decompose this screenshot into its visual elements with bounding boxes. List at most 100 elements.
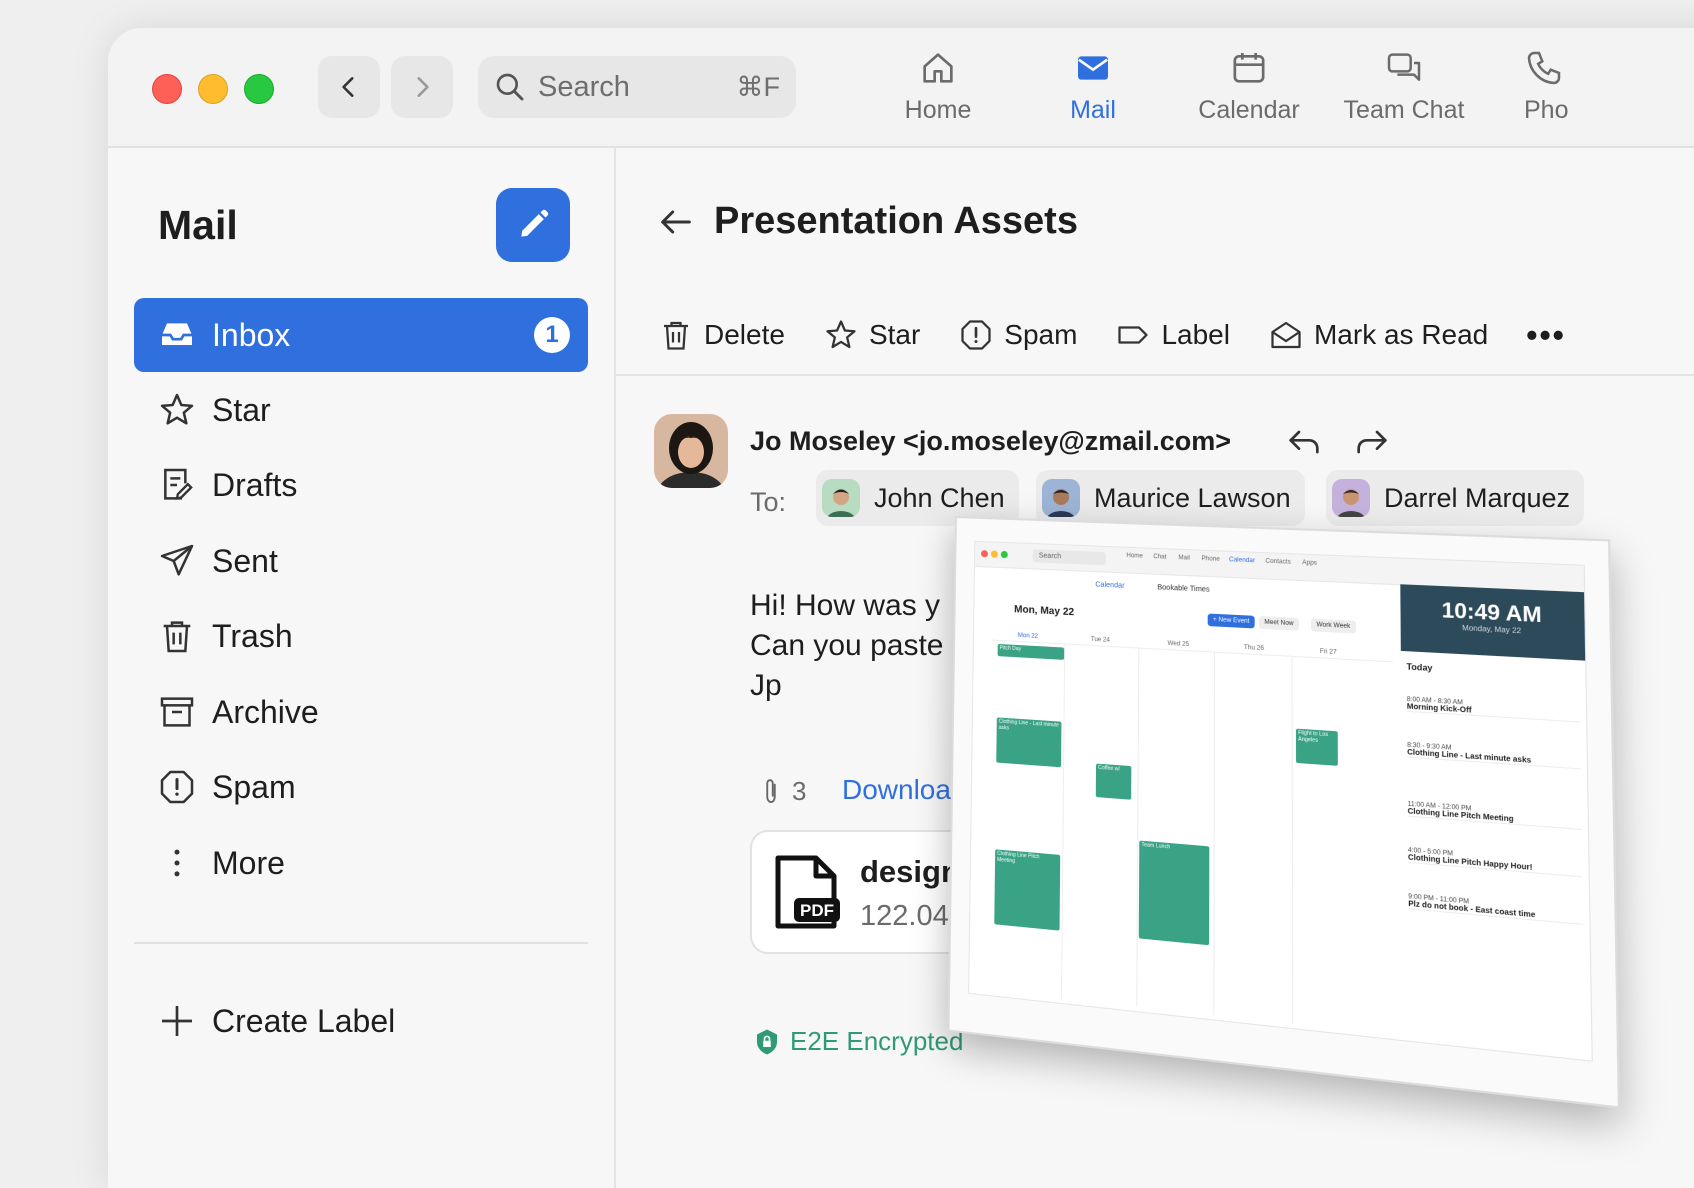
preview-nav-item: Calendar bbox=[1229, 557, 1256, 565]
sidebar-item-trash[interactable]: Trash bbox=[134, 599, 588, 673]
sidebar-item-sent[interactable]: Sent bbox=[134, 524, 588, 598]
create-label-button[interactable]: Create Label bbox=[134, 984, 588, 1058]
reply-icon[interactable] bbox=[1284, 422, 1324, 462]
message-toolbar: Delete Star Spam Label Mark as Read ••• bbox=[616, 296, 1694, 376]
trash-icon bbox=[156, 615, 198, 657]
sidebar-item-more[interactable]: More bbox=[134, 826, 588, 900]
sidebar-item-label: Archive bbox=[212, 693, 319, 730]
archive-icon bbox=[156, 691, 198, 733]
preview-event: Clothing Line Pitch Meeting bbox=[994, 849, 1061, 931]
mark-as-read-button[interactable]: Mark as Read bbox=[1268, 317, 1488, 353]
preview-nav-item: Contacts bbox=[1265, 558, 1291, 566]
sidebar-title: Mail bbox=[158, 202, 238, 248]
preview-nav-item: Apps bbox=[1302, 559, 1318, 567]
sidebar-item-inbox[interactable]: Inbox 1 bbox=[134, 298, 588, 372]
preview-agenda-item: 9:00 PM - 11:00 PM Plz do not book - Eas… bbox=[1408, 893, 1584, 926]
preview-agenda-item: 8:30 - 9:30 AM Clothing Line - Last minu… bbox=[1407, 742, 1581, 770]
title-bar: Search ⌘F Home Mail Calendar Team Chat P… bbox=[108, 28, 1694, 148]
preview-date: Mon, May 22 bbox=[1014, 604, 1075, 619]
zoom-window-button[interactable] bbox=[244, 74, 274, 104]
preview-event: Clothing Line - Last minute asks bbox=[996, 717, 1062, 768]
nav-home[interactable]: Home bbox=[863, 48, 1013, 125]
pdf-file-icon: PDF bbox=[775, 855, 840, 929]
sidebar-item-label: Inbox bbox=[212, 316, 291, 353]
nav-calendar[interactable]: Calendar bbox=[1174, 48, 1324, 125]
attachment-count-value: 3 bbox=[792, 776, 807, 806]
nav-phone-label: Pho bbox=[1524, 96, 1569, 124]
phone-icon bbox=[1527, 51, 1561, 85]
mail-icon bbox=[1078, 56, 1108, 80]
star-label: Star bbox=[868, 319, 921, 350]
recipient-avatar bbox=[1332, 479, 1370, 517]
preview-nav-item: Chat bbox=[1153, 553, 1167, 561]
sidebar-item-label: Spam bbox=[212, 768, 296, 805]
nav-calendar-label: Calendar bbox=[1198, 96, 1300, 124]
sidebar-divider bbox=[134, 942, 588, 944]
sidebar-item-label: Drafts bbox=[212, 466, 298, 503]
mail-sidebar: Mail Inbox 1 Star Drafts Sent Trash Arch… bbox=[108, 148, 616, 1188]
preview-tab: Bookable Times bbox=[1157, 584, 1210, 594]
sender-avatar bbox=[654, 414, 728, 488]
star-button[interactable]: Star bbox=[823, 317, 920, 353]
forward-icon[interactable] bbox=[1352, 422, 1392, 462]
calendar-icon bbox=[1233, 53, 1265, 83]
download-link[interactable]: Download bbox=[842, 774, 967, 806]
star-icon bbox=[156, 389, 198, 431]
delete-button[interactable]: Delete bbox=[658, 317, 785, 353]
nav-phone[interactable]: Pho bbox=[1484, 48, 1634, 125]
label-button[interactable]: Label bbox=[1115, 317, 1230, 353]
message-subject: Presentation Assets bbox=[714, 200, 1078, 242]
search-shortcut: ⌘F bbox=[736, 71, 781, 102]
tag-icon bbox=[1118, 326, 1149, 344]
pencil-icon bbox=[521, 209, 549, 237]
shield-lock-icon bbox=[757, 1029, 777, 1054]
trash-icon bbox=[664, 321, 688, 350]
preview-meet-now: Meet Now bbox=[1258, 616, 1300, 631]
body-line: Can you paste bbox=[750, 629, 944, 662]
preview-nav-item: Home bbox=[1126, 552, 1143, 560]
sidebar-item-label: Star bbox=[212, 391, 271, 428]
sidebar-item-spam[interactable]: Spam bbox=[134, 750, 588, 824]
preview-zoom-dot bbox=[1000, 550, 1008, 559]
delete-label: Delete bbox=[704, 319, 785, 350]
more-actions-button[interactable]: ••• bbox=[1526, 317, 1566, 354]
forward-button[interactable] bbox=[391, 56, 453, 118]
recipient-chip[interactable]: Maurice Lawson bbox=[1036, 470, 1305, 526]
recipient-name: Darrel Marquez bbox=[1384, 482, 1571, 513]
search-bar[interactable]: Search ⌘F bbox=[478, 56, 796, 118]
plus-icon bbox=[156, 1000, 198, 1042]
nav-team-chat[interactable]: Team Chat bbox=[1329, 48, 1479, 125]
preview-titlebar: Search Home Chat Mail Phone Calendar Con… bbox=[974, 541, 1585, 594]
preview-clock-widget: 10:49 AM Monday, May 22 bbox=[1400, 584, 1586, 661]
paperclip-icon bbox=[766, 778, 776, 803]
sent-icon bbox=[156, 540, 198, 582]
preview-search: Search bbox=[1032, 549, 1106, 566]
sidebar-item-star[interactable]: Star bbox=[134, 373, 588, 447]
close-window-button[interactable] bbox=[152, 74, 182, 104]
recipient-chip[interactable]: Darrel Marquez bbox=[1326, 470, 1585, 526]
preview-day: Wed 25 bbox=[1167, 640, 1190, 649]
sender-address: Jo Moseley <jo.moseley@zmail.com> bbox=[750, 426, 1232, 456]
preview-nav-item: Mail bbox=[1178, 554, 1190, 562]
preview-minimize-dot bbox=[990, 550, 998, 558]
svg-text:PDF: PDF bbox=[800, 901, 834, 920]
back-arrow-icon[interactable] bbox=[656, 202, 696, 242]
spam-button[interactable]: Spam bbox=[958, 317, 1077, 353]
create-label-text: Create Label bbox=[212, 1002, 396, 1039]
spam-icon bbox=[961, 320, 991, 350]
recipient-name: John Chen bbox=[874, 482, 1005, 513]
chevron-left-icon bbox=[342, 77, 354, 97]
sidebar-item-label: Trash bbox=[212, 617, 293, 654]
minimize-window-button[interactable] bbox=[198, 74, 228, 104]
sidebar-item-archive[interactable]: Archive bbox=[134, 675, 588, 749]
recipient-avatar bbox=[822, 479, 860, 517]
preview-day: Tue 24 bbox=[1090, 636, 1110, 644]
sidebar-item-drafts[interactable]: Drafts bbox=[134, 448, 588, 522]
sidebar-item-label: More bbox=[212, 844, 285, 881]
drafts-icon bbox=[156, 464, 198, 506]
compose-button[interactable] bbox=[496, 188, 570, 262]
back-button[interactable] bbox=[318, 56, 380, 118]
spam-label: Spam bbox=[1004, 319, 1078, 350]
preview-event: Flight to Los Angeles bbox=[1295, 728, 1338, 766]
nav-mail[interactable]: Mail bbox=[1018, 48, 1168, 125]
